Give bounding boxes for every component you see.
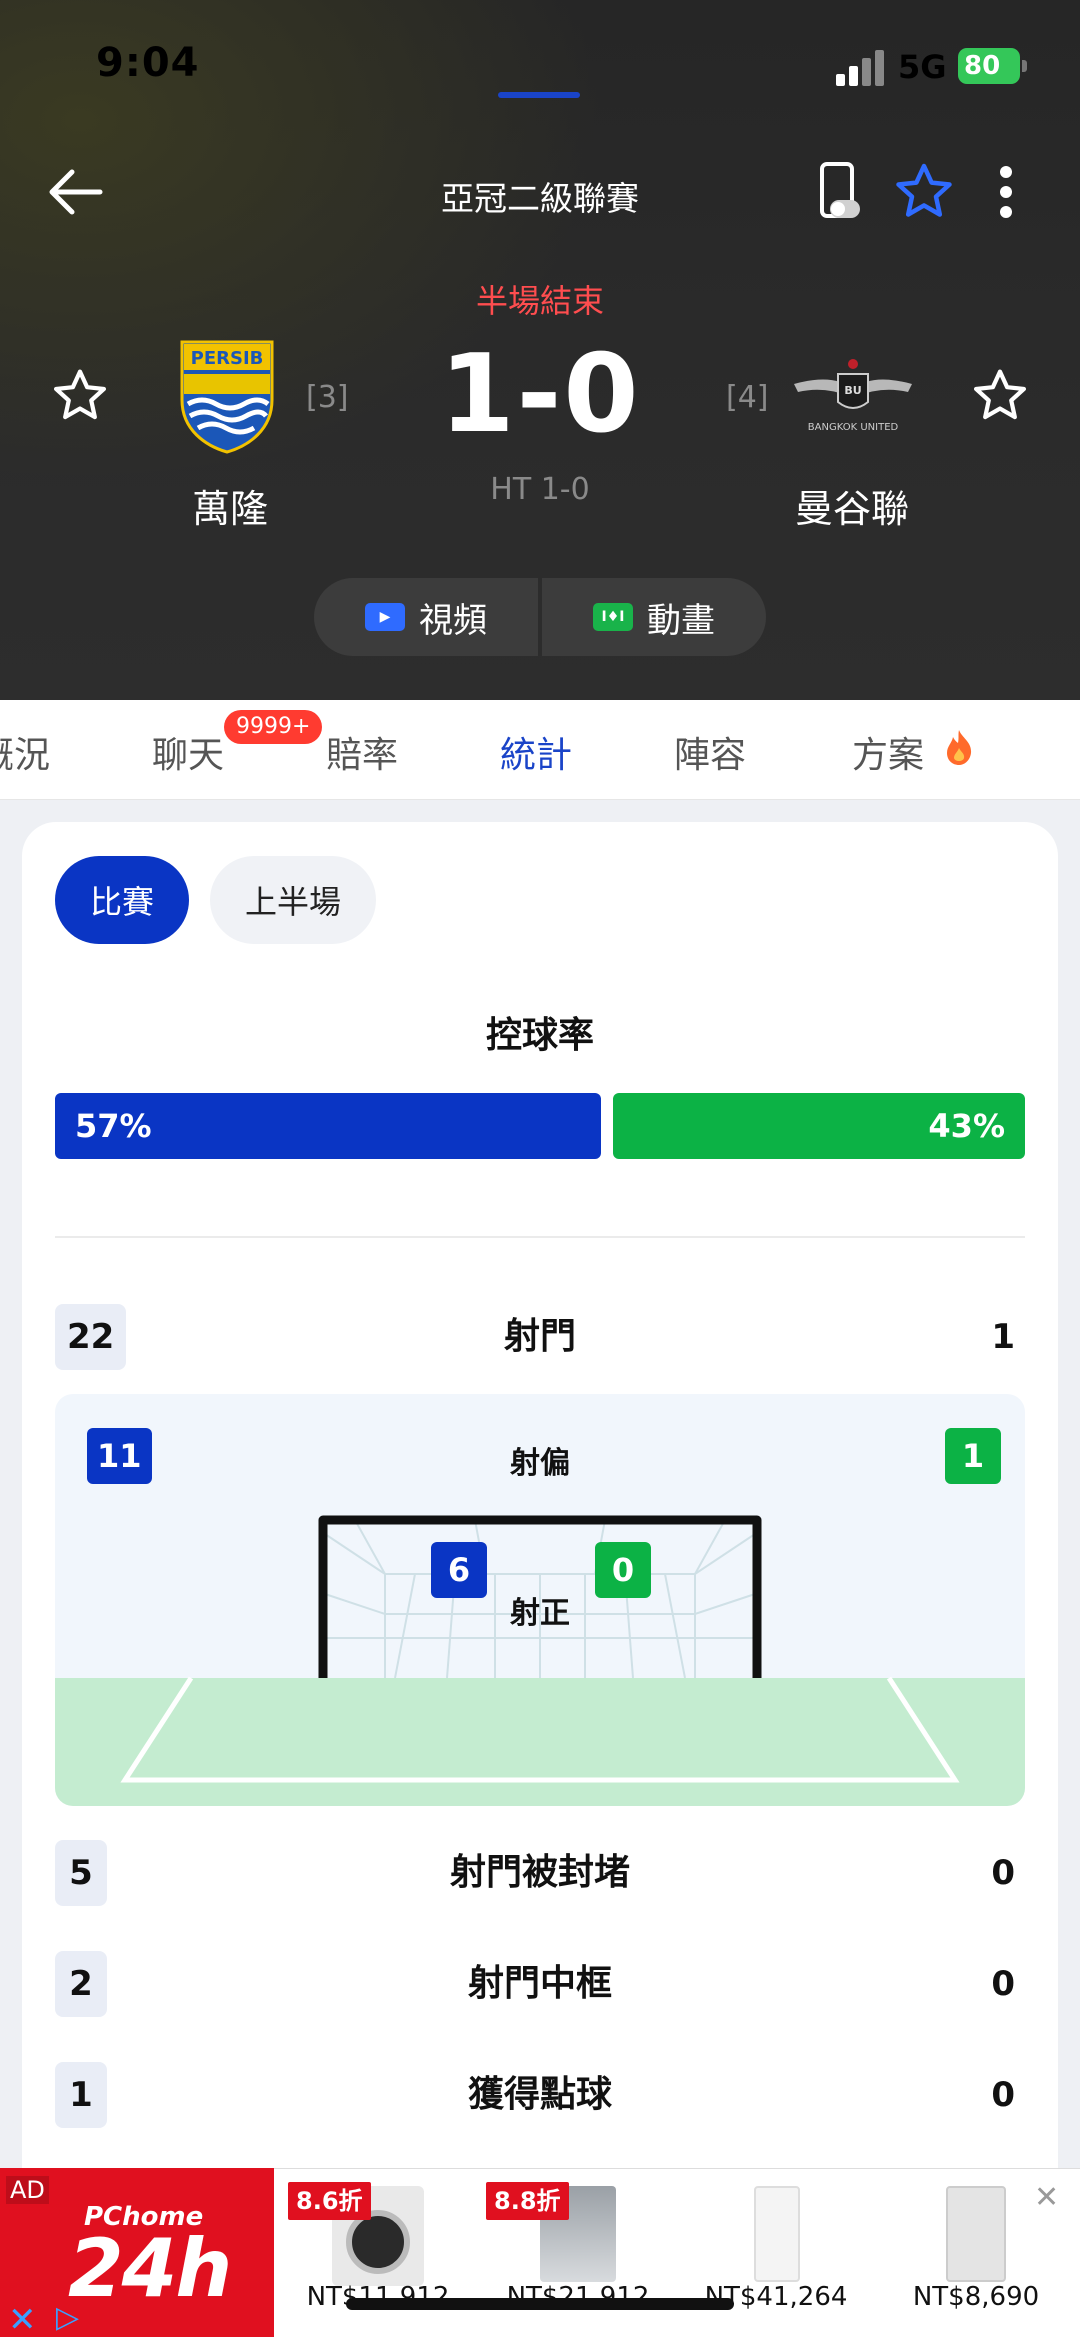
tab-chat[interactable]: 聊天 [152,726,224,778]
match-score: 1-0 [439,332,641,457]
tab-odds[interactable]: 賠率 [326,726,398,778]
possession-away-value: 43% [928,1107,1005,1145]
tab-stats[interactable]: 統計 [500,726,572,778]
back-button[interactable] [44,160,108,224]
battery-tip [1022,60,1027,72]
off-target-label: 射偏 [510,1446,570,1481]
away-team-logo[interactable]: BU BANGKOK UNITED [790,356,916,436]
shots-home: 22 [55,1304,127,1370]
woodwork-label: 射門中框 [467,1963,612,2004]
ad-choices-icon[interactable]: ▷ [56,2300,79,2335]
more-menu-button[interactable] [982,160,1030,224]
star-outline-icon [53,369,107,420]
off-target-away-chip: 1 [945,1428,1001,1484]
ad-product-image[interactable] [946,2186,1006,2282]
penalties-label: 獲得點球 [467,2074,612,2115]
possession-away-bar: 43% [613,1093,1025,1159]
shots-label: 射門 [503,1316,576,1357]
woodwork-away: 0 [991,1964,1015,2004]
stat-row-blocked: 5 射門被封堵 0 [55,1840,1025,1906]
chat-badge: 9999+ [224,710,323,744]
star-outline-icon [896,163,952,217]
away-logo-text: BANGKOK UNITED [808,422,899,433]
arrow-left-icon [49,169,103,215]
stat-row-woodwork: 2 射門中框 0 [55,1951,1025,2017]
away-team-follow-button[interactable] [970,366,1030,426]
tab-plans[interactable]: 方案 [852,726,924,778]
home-logo-text: PERSIB [191,348,264,369]
blocked-label: 射門被封堵 [449,1852,630,1893]
ad-product-discount: 8.8折 [486,2182,569,2220]
off-target-home-chip: 11 [87,1428,152,1484]
battery-icon: 80 [958,48,1020,84]
league-title: 亞冠二級聯賽 [441,179,639,218]
possession-title: 控球率 [485,1015,594,1056]
penalties-away: 0 [991,2075,1015,2115]
ad-product-image[interactable] [754,2186,800,2282]
period-full-match-button[interactable]: 比賽 [55,856,189,944]
tab-lineup[interactable]: 陣容 [674,726,746,778]
period-first-half-button[interactable]: 上半場 [210,856,376,944]
phone-toggle-icon [820,162,860,218]
signal-icon [836,50,886,86]
shots-goal-visual: 11 射偏 1 6 0 射正 [55,1394,1025,1806]
screen-toggle-button[interactable] [816,160,866,224]
network-type: 5G [898,48,947,86]
ad-brand-main: 24h [68,2222,232,2315]
home-team-logo[interactable]: PERSIB [176,338,278,454]
penalties-home: 1 [55,2062,107,2128]
stat-row-penalties: 1 獲得點球 0 [55,2062,1025,2128]
tab-overview[interactable]: 概況 [0,726,50,778]
stat-row-shots: 22 射門 1 [55,1304,1025,1370]
ad-close-icon[interactable]: ✕ [8,2300,37,2337]
ad-tag: AD [6,2176,49,2204]
possession-home-bar: 57% [55,1093,601,1159]
ad-dismiss-icon[interactable]: ✕ [1034,2180,1059,2215]
status-time: 9:04 [96,40,200,86]
star-outline-icon [973,369,1027,420]
video-label: 視頻 [419,600,487,641]
match-status: 半場結束 [475,282,604,320]
shots-away: 1 [991,1317,1015,1357]
section-divider [55,1236,1025,1238]
svg-text:BU: BU [844,384,861,397]
on-target-label: 射正 [510,1596,570,1631]
media-toggle-group: ▶ 視頻 I♦I 動畫 [314,578,766,656]
blocked-away: 0 [991,1853,1015,1893]
woodwork-home: 2 [55,1951,107,2017]
home-indicator [346,2298,734,2310]
pitch-animation-icon: I♦I [593,603,633,631]
possession-home-value: 57% [75,1107,152,1145]
animation-label: 動畫 [647,600,715,641]
more-vertical-icon [1000,166,1012,218]
fire-icon [944,728,974,766]
blocked-home: 5 [55,1840,107,1906]
favorite-match-button[interactable] [892,160,956,224]
play-icon: ▶ [365,603,405,631]
ad-product-discount: 8.6折 [288,2182,371,2220]
active-tab-indicator [498,92,580,98]
home-team-follow-button[interactable] [50,366,110,426]
away-team-name[interactable]: 曼谷聯 [752,478,952,533]
ad-product-price: NT$8,690 [912,2282,1040,2312]
away-team-rank: [4] [726,380,769,415]
home-team-rank: [3] [306,380,349,415]
home-team-name[interactable]: 萬隆 [130,478,330,533]
halftime-score: HT 1-0 [490,472,590,507]
battery-level: 80 [964,51,1001,81]
video-button[interactable]: ▶ 視頻 [314,578,538,656]
animation-button[interactable]: I♦I 動畫 [542,578,766,656]
